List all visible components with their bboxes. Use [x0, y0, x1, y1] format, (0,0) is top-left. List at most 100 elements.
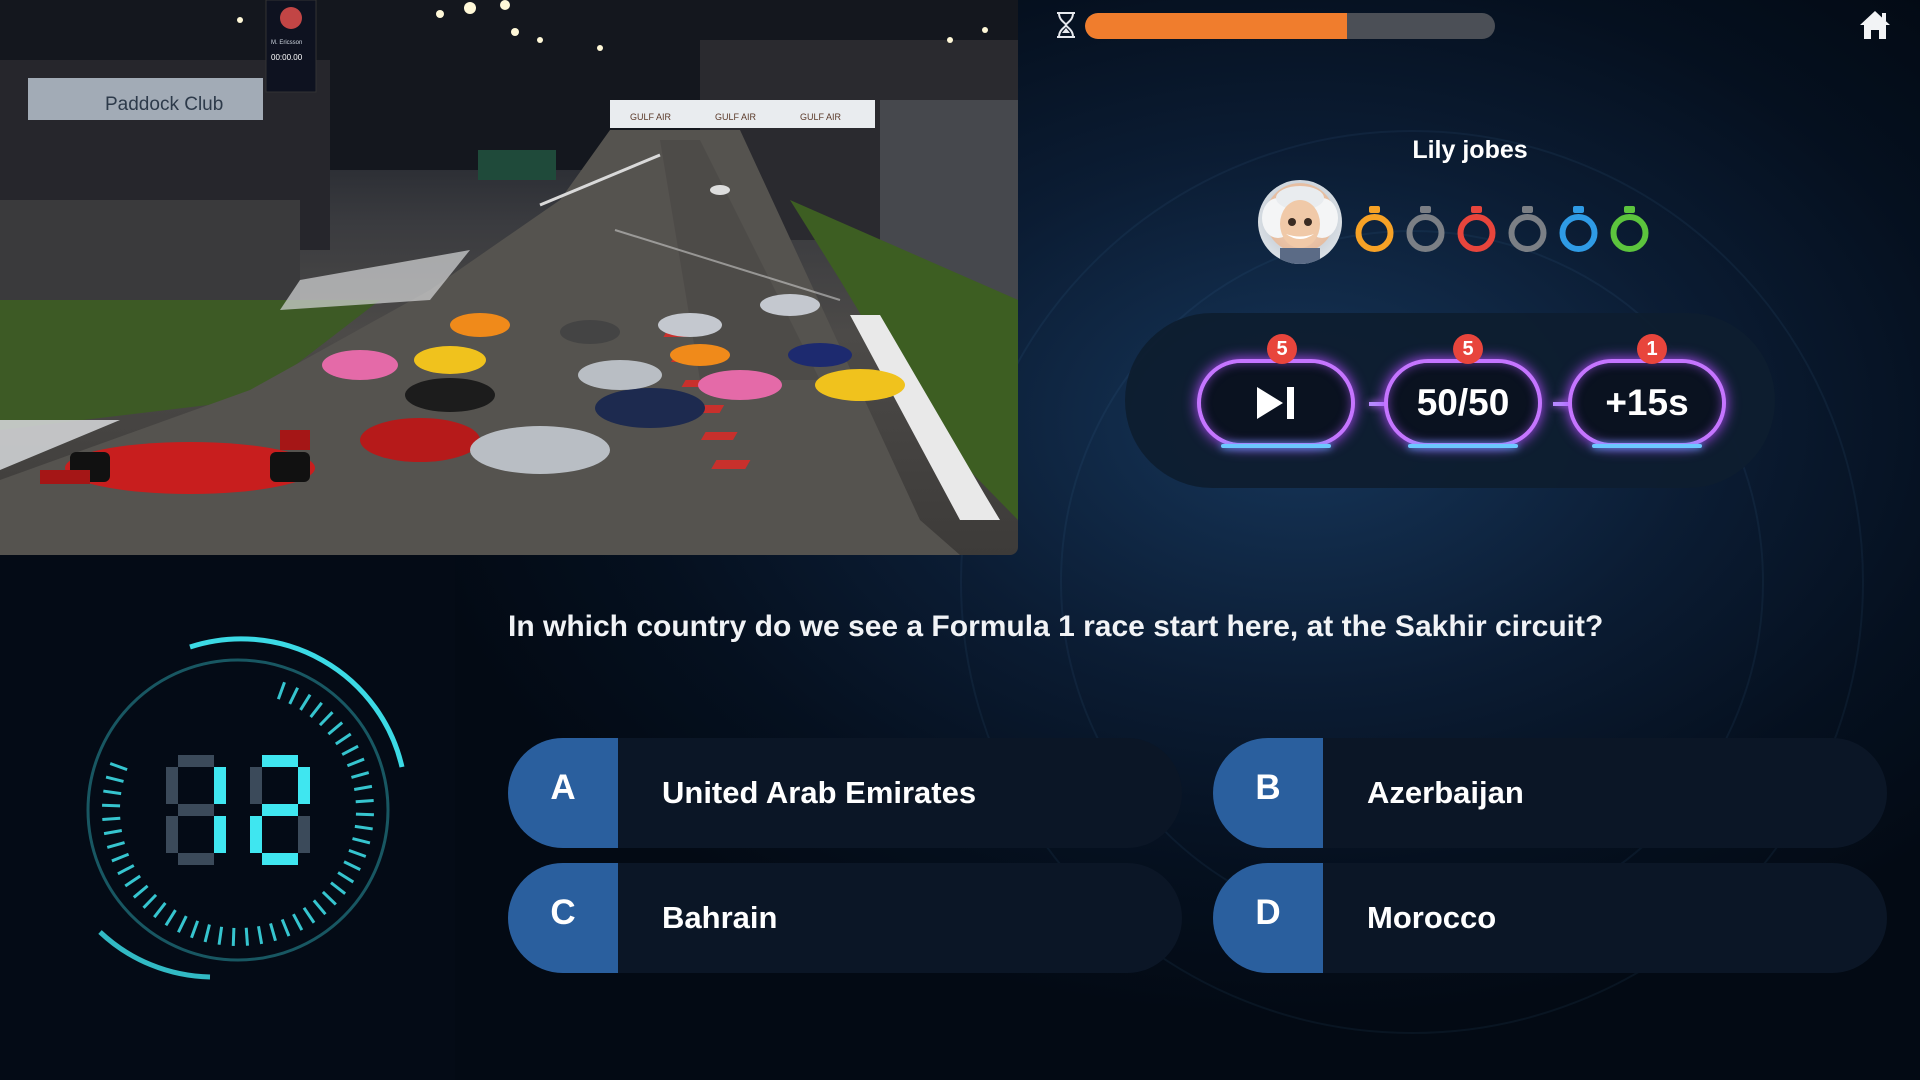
timer-tick: [106, 841, 125, 849]
timer-digit-segment: [262, 853, 298, 865]
timer-tick: [231, 927, 236, 946]
timer-tick: [124, 874, 142, 888]
life-ring-icon: [1355, 206, 1394, 252]
timer-tick: [351, 771, 370, 779]
timer-tick: [355, 799, 374, 804]
skip-question-button[interactable]: [1197, 359, 1355, 448]
timer-tick: [288, 687, 299, 705]
timer-outer-arc: [189, 636, 405, 768]
timer-digit-segment: [214, 816, 226, 853]
answer-b-button[interactable]: B Azerbaijan: [1213, 738, 1887, 848]
timer-tick: [244, 927, 249, 946]
timer-tick: [348, 848, 367, 858]
timer-tick: [343, 860, 361, 871]
answer-text: Azerbaijan: [1367, 775, 1524, 810]
timer-digit-segment: [262, 755, 298, 767]
timer-tick: [132, 884, 149, 899]
timer-tick: [330, 881, 347, 895]
life-ring-icon: [1610, 206, 1649, 252]
answer-text: Bahrain: [662, 900, 778, 935]
timer-tick: [102, 816, 121, 821]
timer-tick: [153, 902, 167, 919]
timer-digit-segment: [262, 804, 298, 816]
add-time-count-badge: 1: [1637, 334, 1667, 364]
timer-tick: [177, 915, 188, 933]
life-ring-icon: [1457, 206, 1496, 252]
life-ring-icon: [1406, 206, 1445, 252]
timer-tick: [321, 890, 337, 906]
answer-letter: D: [1213, 863, 1323, 973]
timer-digits: [166, 755, 310, 865]
timer-tick: [334, 732, 352, 746]
answer-text: United Arab Emirates: [662, 775, 977, 810]
timer-digit-segment: [298, 816, 310, 853]
skip-icon: [1257, 387, 1294, 419]
scoreboard-time: 00:00.00: [271, 53, 303, 62]
timer-digit-segment: [166, 767, 178, 804]
timer-tick: [341, 744, 359, 756]
home-icon[interactable]: [1858, 8, 1892, 42]
timer-tick: [353, 784, 373, 791]
countdown-timer: 12: [86, 636, 405, 980]
fifty-fifty-button[interactable]: 50/50: [1384, 359, 1542, 448]
timer-digit-segment: [298, 767, 310, 804]
life-ring-icon: [1508, 206, 1547, 252]
skip-count-badge: 5: [1267, 334, 1297, 364]
timer-tick: [312, 899, 327, 916]
timer-digit-segment: [178, 755, 214, 767]
timer-tick: [346, 757, 365, 768]
timer-tick: [217, 926, 224, 945]
race-start-image: Paddock Club M. Ericsson 00:00.00 GULF A…: [0, 0, 1018, 555]
life-ring-icon: [1559, 206, 1598, 252]
scoreboard-name: M. Ericsson: [271, 40, 302, 46]
timer-tick: [103, 789, 122, 796]
timer-tick: [103, 829, 123, 836]
lives-indicator: [1352, 205, 1652, 253]
timer-tick: [109, 762, 128, 772]
question-text: In which country do we see a Formula 1 r…: [508, 610, 1604, 643]
timer-tick: [354, 824, 373, 831]
timer-tick: [105, 775, 124, 783]
player-name: Lily jobes: [1412, 136, 1528, 164]
timer-tick: [355, 812, 374, 817]
answer-c-button[interactable]: C Bahrain: [508, 863, 1182, 973]
timer-tick-ring: [102, 681, 374, 946]
timer-digit-segment: [178, 804, 214, 816]
answer-text: Morocco: [1367, 900, 1497, 935]
timer-tick: [337, 871, 355, 884]
time-progress-fill: [1085, 13, 1348, 39]
answer-letter: A: [508, 738, 618, 848]
timer-tick: [292, 913, 304, 931]
timer-tick: [318, 711, 334, 727]
timer-tick: [309, 701, 323, 718]
timer-tick: [302, 906, 316, 924]
question-photo: Paddock Club M. Ericsson 00:00.00 GULF A…: [0, 0, 1018, 555]
paddock-club-sign: Paddock Club: [105, 94, 223, 115]
timer-tick: [117, 864, 135, 876]
timer-tick: [190, 920, 200, 939]
timer-digit-segment: [166, 816, 178, 853]
timer-inner-ring: [86, 658, 390, 962]
timer-tick: [164, 909, 177, 927]
timer-tick: [257, 925, 264, 945]
player-avatar: [1258, 180, 1342, 264]
answer-d-button[interactable]: D Morocco: [1213, 863, 1887, 973]
timer-digit-segment: [250, 767, 262, 804]
timer-tick: [111, 852, 130, 863]
answer-letter: B: [1213, 738, 1323, 848]
banner-text: GULF AIR: [715, 112, 757, 122]
timer-tick: [352, 837, 371, 845]
timer-tick: [327, 721, 344, 736]
timer-tick: [269, 923, 277, 942]
timer-tick: [280, 918, 291, 937]
timer-tick: [299, 693, 312, 711]
time-progress-bar: [1085, 13, 1495, 39]
avatar-face: [1262, 186, 1338, 264]
timer-tick: [102, 803, 121, 808]
answer-a-button[interactable]: A United Arab Emirates: [508, 738, 1182, 848]
banner-text: GULF AIR: [800, 112, 842, 122]
timer-tick: [276, 681, 286, 700]
add-time-button[interactable]: +15s: [1568, 359, 1726, 448]
banner-text: GULF AIR: [630, 112, 672, 122]
timer-tick: [142, 893, 158, 909]
